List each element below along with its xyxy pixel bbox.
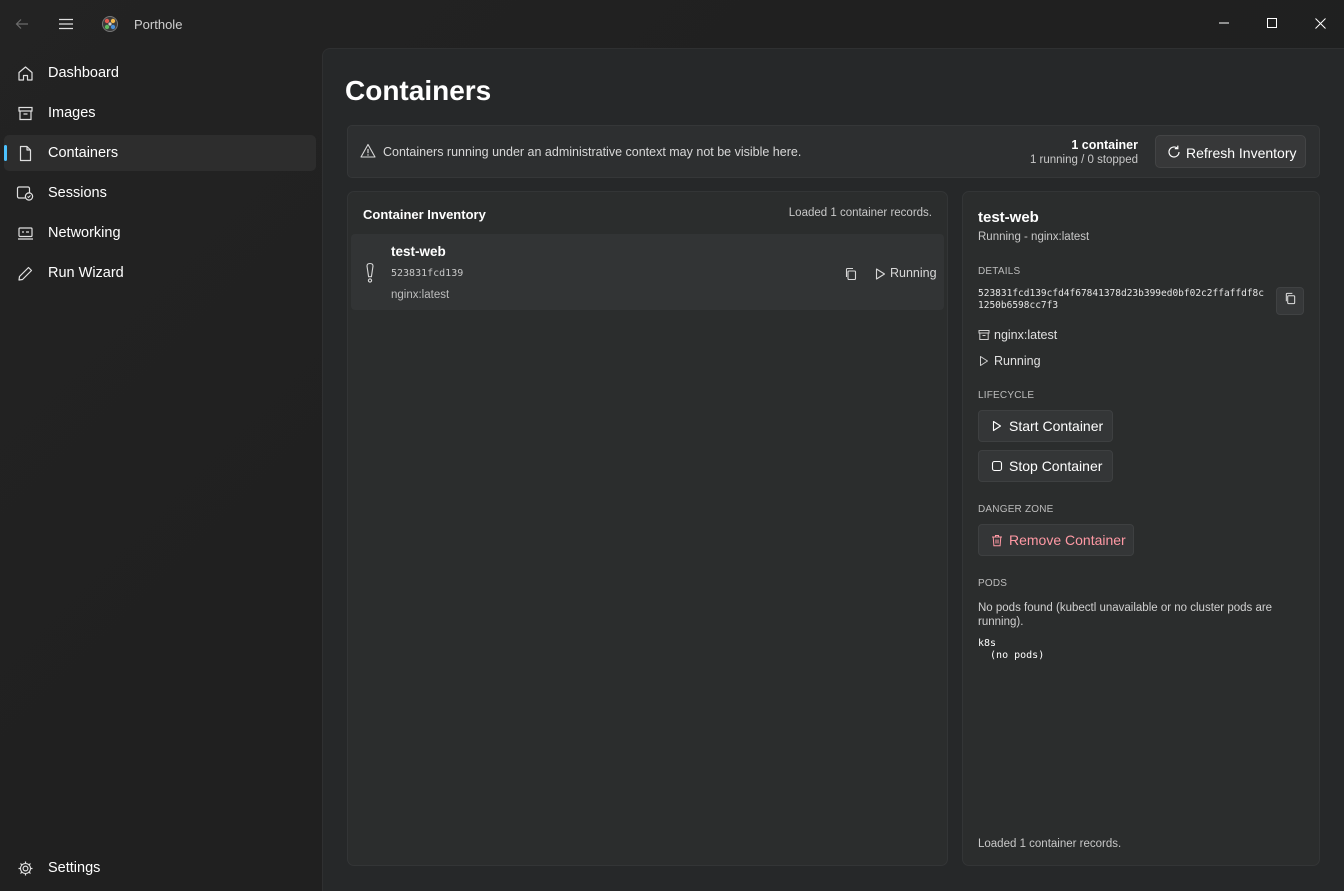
- sidebar-item-label: Containers: [48, 145, 119, 161]
- list-item[interactable]: test-web 523831fcd139 nginx:latest Runni…: [351, 234, 944, 310]
- container-count-detail: 1 running / 0 stopped: [1029, 154, 1138, 166]
- sidebar-item-label: Sessions: [48, 185, 107, 201]
- details-heading: DETAILS: [978, 266, 1021, 277]
- details-footer-status: Loaded 1 container records.: [978, 838, 1122, 850]
- trash-icon: [990, 534, 1003, 547]
- sidebar-item-label: Settings: [48, 860, 101, 876]
- network-icon: [16, 224, 34, 242]
- sidebar-item-containers[interactable]: Containers: [4, 135, 316, 171]
- container-state: Running: [890, 266, 937, 280]
- title-bar: Porthole: [0, 0, 1344, 48]
- lifecycle-heading: LIFECYCLE: [978, 390, 1035, 401]
- details-state-row: Running: [978, 353, 1041, 369]
- play-icon: [978, 355, 990, 367]
- remove-container-label: Remove Container: [1009, 532, 1126, 548]
- close-button[interactable]: [1296, 0, 1344, 46]
- page-title: Containers: [345, 75, 492, 106]
- start-container-label: Start Container: [1009, 418, 1104, 434]
- container-details-panel: test-web Running - nginx:latest DETAILS …: [962, 191, 1320, 866]
- sessions-icon: [16, 184, 34, 202]
- sidebar-item-label: Run Wizard: [48, 265, 124, 281]
- gear-icon: [16, 859, 34, 877]
- copy-icon: [1284, 292, 1297, 310]
- main-content: Containers Containers running under an a…: [322, 48, 1344, 891]
- back-arrow-icon[interactable]: [12, 14, 32, 34]
- sidebar-item-networking[interactable]: Networking: [4, 215, 316, 251]
- app-logo-icon: [101, 15, 119, 33]
- warning-icon: [360, 143, 376, 159]
- sidebar-item-label: Networking: [48, 225, 121, 241]
- container-inventory-panel: Container Inventory Loaded 1 container r…: [347, 191, 948, 866]
- details-subtitle: Running - nginx:latest: [978, 231, 1090, 243]
- sidebar-item-label: Images: [48, 105, 96, 121]
- archive-icon: [16, 104, 34, 122]
- sidebar-item-settings[interactable]: Settings: [4, 850, 316, 886]
- info-message: Containers running under an administrati…: [383, 145, 802, 159]
- maximize-button[interactable]: [1248, 0, 1296, 46]
- sidebar-item-sessions[interactable]: Sessions: [4, 175, 316, 211]
- sidebar-item-images[interactable]: Images: [4, 95, 316, 131]
- info-bar: Containers running under an administrati…: [347, 125, 1320, 178]
- stop-icon: [990, 460, 1003, 473]
- hamburger-menu-icon[interactable]: [56, 14, 76, 34]
- details-image-row: nginx:latest: [978, 327, 1057, 343]
- details-image: nginx:latest: [994, 328, 1058, 342]
- stop-container-button[interactable]: Stop Container: [978, 450, 1113, 482]
- pencil-icon: [16, 264, 34, 282]
- play-icon: [873, 267, 887, 281]
- archive-icon: [978, 329, 990, 341]
- copy-icon[interactable]: [844, 267, 858, 281]
- play-icon: [990, 420, 1003, 433]
- remove-container-button[interactable]: Remove Container: [978, 524, 1134, 556]
- full-container-id: 523831fcd139cfd4f67841378d23b399ed0bf02c…: [978, 288, 1264, 311]
- container-count: 1 container: [1071, 138, 1138, 152]
- app-title: Porthole: [134, 17, 183, 32]
- home-icon: [16, 64, 34, 82]
- details-container-name: test-web: [978, 209, 1039, 226]
- danger-zone-heading: DANGER ZONE: [978, 504, 1054, 515]
- container-short-id: 523831fcd139: [391, 268, 464, 279]
- stop-container-label: Stop Container: [1009, 458, 1103, 474]
- container-image: nginx:latest: [391, 289, 450, 301]
- refresh-inventory-label: Refresh Inventory: [1186, 145, 1297, 161]
- copy-id-button[interactable]: [1276, 287, 1304, 315]
- document-icon: [16, 144, 34, 162]
- sidebar-item-label: Dashboard: [48, 65, 119, 81]
- sidebar: Dashboard Images Containers Sessions Net…: [0, 48, 322, 891]
- pods-output: k8s (no pods): [978, 638, 1045, 661]
- inventory-title: Container Inventory: [363, 207, 486, 222]
- details-state: Running: [994, 354, 1041, 368]
- inventory-status: Loaded 1 container records.: [788, 207, 932, 219]
- pods-message: No pods found (kubectl unavailable or no…: [978, 602, 1273, 628]
- refresh-icon: [1166, 144, 1182, 160]
- exclamation-icon: [364, 262, 376, 284]
- sidebar-item-dashboard[interactable]: Dashboard: [4, 55, 316, 91]
- minimize-button[interactable]: [1200, 0, 1248, 46]
- refresh-inventory-button[interactable]: Refresh Inventory: [1155, 135, 1306, 168]
- sidebar-item-run-wizard[interactable]: Run Wizard: [4, 255, 316, 291]
- container-name: test-web: [391, 244, 446, 259]
- start-container-button[interactable]: Start Container: [978, 410, 1113, 442]
- pods-heading: PODS: [978, 578, 1008, 589]
